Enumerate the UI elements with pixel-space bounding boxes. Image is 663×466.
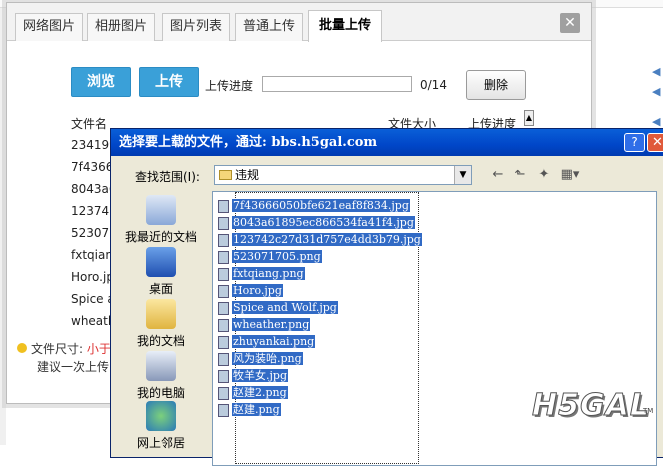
- file-name: zhuyankai.png: [232, 335, 316, 348]
- file-name: 赵建.png: [232, 403, 281, 416]
- chevron-down-icon[interactable]: ▼: [454, 166, 471, 184]
- image-file-icon: [218, 233, 229, 247]
- delete-button[interactable]: 删除: [466, 70, 526, 100]
- h5gal-logo: H5GAL: [532, 388, 650, 424]
- file-name: 赵建2.png: [232, 386, 288, 399]
- desktop-icon: [146, 247, 176, 277]
- chooser-close-button[interactable]: ✕: [647, 133, 663, 152]
- background-arrow-icon: ◀: [652, 85, 661, 98]
- place-network[interactable]: 网上邻居: [117, 401, 205, 451]
- place-my-documents[interactable]: 我的文档: [117, 299, 205, 349]
- my-documents-icon: [146, 299, 176, 329]
- image-file-icon: [218, 386, 229, 400]
- list-item[interactable]: wheather.png: [218, 316, 311, 333]
- file-name: Spice and Wolf.jpg: [232, 301, 338, 314]
- image-file-icon: [218, 369, 229, 383]
- place-recent[interactable]: 我最近的文档: [117, 195, 205, 245]
- image-file-icon: [218, 216, 229, 230]
- file-name: 523071705.png: [232, 250, 322, 263]
- tab-album-images[interactable]: 相册图片: [87, 13, 155, 41]
- list-item[interactable]: 7f43666050bfe621eaf8f834.jpg: [218, 197, 410, 214]
- place-label: 桌面: [148, 282, 173, 296]
- progress-bar: [262, 76, 412, 92]
- image-file-icon: [218, 301, 229, 315]
- column-header-filename: 文件名: [71, 117, 108, 131]
- up-folder-icon[interactable]: ⬑: [511, 167, 529, 183]
- lightbulb-icon: [17, 343, 27, 353]
- list-item[interactable]: Spice and Wolf.jpg: [218, 299, 338, 316]
- back-arrow-icon[interactable]: ←: [489, 167, 507, 183]
- list-item[interactable]: 523071705.png: [218, 248, 322, 265]
- close-icon[interactable]: ✕: [560, 13, 580, 33]
- file-name: fxtqiang.png: [232, 267, 305, 280]
- image-file-icon: [218, 267, 229, 281]
- list-item[interactable]: zhuyankai.png: [218, 333, 316, 350]
- list-item[interactable]: 123742c27d31d757e4dd3b79.jpg: [218, 231, 422, 248]
- tip-line: 文件尺寸: 小于: [17, 340, 111, 357]
- network-places-icon: [146, 401, 176, 431]
- chooser-title-text: 选择要上载的文件，通过: bbs.h5gal.com: [119, 135, 378, 150]
- image-file-icon: [218, 284, 229, 298]
- list-item[interactable]: 牧羊女.jpg: [218, 367, 288, 384]
- place-desktop[interactable]: 桌面: [117, 247, 205, 297]
- image-file-icon: [218, 250, 229, 264]
- lookin-label: 查找范围(I):: [135, 170, 200, 184]
- file-name: 风为装咍.png: [232, 352, 303, 365]
- places-bar: 我最近的文档 桌面 我的文档 我的电脑 网上邻居: [117, 191, 205, 461]
- my-computer-icon: [146, 351, 176, 381]
- recent-documents-icon: [146, 195, 176, 225]
- new-folder-icon[interactable]: ✦: [535, 167, 553, 183]
- tip-line-2: 建议一次上传: [37, 360, 110, 374]
- place-label: 我最近的文档: [124, 230, 197, 244]
- image-file-icon: [218, 352, 229, 366]
- scrollbar-up-arrow[interactable]: ▲: [524, 110, 534, 126]
- file-name: 123742c27d31d757e4dd3b79.jpg: [232, 233, 422, 246]
- upload-button[interactable]: 上传: [139, 67, 199, 97]
- place-my-computer[interactable]: 我的电脑: [117, 351, 205, 401]
- image-file-icon: [218, 318, 229, 332]
- file-name: 8043a61895ec866534fa41f4.jpg: [232, 216, 415, 229]
- list-item[interactable]: 8043a61895ec866534fa41f4.jpg: [218, 214, 415, 231]
- place-label: 我的文档: [136, 334, 185, 348]
- file-name: 7f43666050bfe621eaf8f834.jpg: [232, 199, 410, 212]
- browse-button[interactable]: 浏览: [71, 67, 131, 97]
- view-menu-icon[interactable]: ▦▾: [558, 167, 582, 183]
- file-name: 牧羊女.jpg: [232, 369, 288, 382]
- tab-bar: 网络图片 相册图片 图片列表 普通上传 批量上传 ✕: [7, 3, 591, 42]
- list-item[interactable]: 赵建.png: [218, 401, 281, 418]
- list-item[interactable]: 风为装咍.png: [218, 350, 303, 367]
- file-name: Horo.jpg: [232, 284, 283, 297]
- background-arrow-icon: ◀: [652, 115, 661, 128]
- tab-image-list[interactable]: 图片列表: [162, 13, 230, 41]
- lookin-select[interactable]: 违规 ▼: [214, 165, 472, 185]
- file-name: wheather.png: [232, 318, 311, 331]
- tab-web-images[interactable]: 网络图片: [15, 13, 83, 41]
- list-item[interactable]: 赵建2.png: [218, 384, 288, 401]
- tab-normal-upload[interactable]: 普通上传: [235, 13, 303, 41]
- place-label: 网上邻居: [136, 436, 185, 450]
- folder-icon: [219, 170, 232, 180]
- chooser-title: 选择要上载的文件，通过: bbs.h5gal.com: [111, 129, 663, 156]
- place-label: 我的电脑: [136, 386, 185, 400]
- image-file-icon: [218, 199, 229, 213]
- lookin-value: 违规: [235, 168, 260, 182]
- progress-count: 0/14: [420, 78, 447, 92]
- logo-trademark: TM: [643, 407, 654, 415]
- image-file-icon: [218, 403, 229, 417]
- tip-prefix: 文件尺寸:: [31, 342, 84, 356]
- background-arrow-icon: ◀: [652, 65, 661, 78]
- list-item[interactable]: Horo.jpg: [218, 282, 283, 299]
- image-file-icon: [218, 335, 229, 349]
- help-button[interactable]: ?: [624, 133, 645, 152]
- progress-label: 上传进度: [205, 79, 254, 93]
- tab-batch-upload[interactable]: 批量上传: [308, 10, 382, 42]
- tip-limit: 小于: [86, 342, 111, 356]
- list-item[interactable]: fxtqiang.png: [218, 265, 305, 282]
